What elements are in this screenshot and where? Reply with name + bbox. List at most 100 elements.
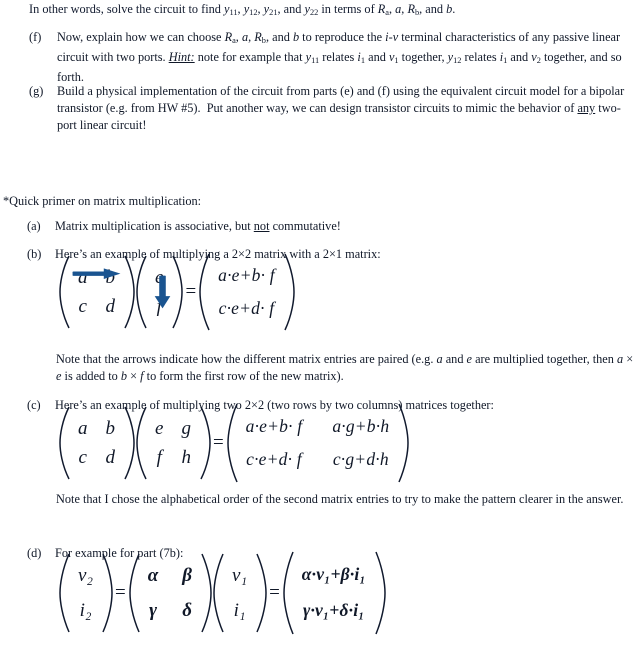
vector-d-left-grid: v₂ i₂ — [69, 564, 102, 622]
matrix-cell: a — [78, 418, 88, 439]
matrix-c-result-grid: a·e+b· f a·g+b·h c·e+d· f c·g+d·h — [237, 415, 399, 471]
matrix-cell: α — [147, 564, 159, 586]
matrix-cell: e — [155, 418, 164, 439]
paren-right-icon — [201, 552, 212, 634]
matrix-cell: c — [78, 447, 87, 468]
matrix-cell: a — [78, 267, 88, 288]
not-emphasis: not — [253, 219, 270, 233]
any-emphasis: any — [577, 101, 596, 116]
primer-item-c-body: Here’s an example of multiplying two 2×2… — [55, 398, 494, 412]
primer-item-a: (a) Matrix multiplication is associative… — [27, 218, 627, 235]
primer-marker-b: (b) — [27, 247, 42, 261]
equals-sign: = — [269, 581, 280, 603]
list-item-g: (g) Build a physical implementation of t… — [29, 83, 635, 135]
Rb-symbol: Rb — [407, 2, 420, 17]
matrix-b-right: e f — [135, 255, 184, 329]
conj-and-2: , and — [419, 2, 447, 16]
Ra-symbol: Ra — [377, 2, 389, 17]
y22-symbol: y22 — [304, 2, 319, 17]
equation-c: a b c d e g f h = a·e+b· f a·g+b·h c·e+d… — [58, 403, 410, 483]
primer-item-c: (c) Here’s an example of multiplying two… — [27, 397, 627, 414]
matrix-cell: v₂ — [78, 564, 94, 586]
paren-right-icon — [200, 405, 211, 481]
matrix-cell: a·e+b· f — [218, 265, 275, 285]
paren-left-icon — [135, 254, 147, 330]
matrix-d-coef: α β γ δ — [128, 553, 212, 632]
paren-left-icon — [198, 252, 210, 332]
paren-left-icon — [212, 552, 224, 634]
matrix-cell: γ — [149, 599, 157, 621]
matrix-b-left-grid: a b c d — [69, 266, 124, 318]
matrix-c-left: a b c d — [58, 406, 135, 480]
vector-d-left: v₂ i₂ — [58, 553, 113, 632]
paren-left-icon — [282, 550, 294, 636]
matrix-cell: β — [182, 564, 193, 586]
matrix-cell: c·e+d· f — [246, 449, 302, 469]
matrix-b-right-grid: e f — [146, 266, 172, 318]
vector-d-result-grid: α·v₁+β·i₁ γ·v₁+δ·i₁ — [293, 563, 375, 622]
matrix-cell: c — [78, 296, 87, 317]
vector-d-result: α·v₁+β·i₁ γ·v₁+δ·i₁ — [282, 551, 386, 634]
paren-left-icon — [58, 405, 70, 481]
matrix-c-right-grid: e g f h — [146, 417, 200, 469]
primer-marker-c: (c) — [27, 398, 41, 412]
matrix-cell: a·e+b· f — [245, 416, 303, 436]
y11-symbol: y11 — [224, 2, 238, 17]
period-1: . — [452, 2, 456, 16]
equation-b: a b c d e f = a·e+b· f c·e+d· f — [58, 253, 295, 331]
matrix-cell: i₂ — [79, 599, 92, 621]
paren-left-icon — [128, 552, 140, 634]
primer-item-d: (d) For example for part (7b): — [27, 545, 627, 562]
matrix-cell: v₁ — [232, 564, 248, 586]
primer-item-b: (b) Here’s an example of multiplying a 2… — [27, 246, 627, 263]
y21-symbol: y21 — [263, 2, 278, 17]
primer-heading: *Quick primer on matrix multiplication: — [3, 194, 202, 208]
paren-right-icon — [124, 405, 135, 481]
matrix-cell: h — [181, 447, 191, 468]
list-item-f: (f) Now, explain how we can choose Ra, a… — [29, 29, 635, 86]
matrix-cell: a·g+b·h — [332, 416, 390, 436]
lead-paragraph: In other words, solve the circuit to fin… — [29, 1, 634, 21]
list-item-f-body: Now, explain how we can choose Ra, a, Rb… — [57, 30, 622, 85]
paren-right-icon — [375, 550, 386, 636]
primer-item-a-body: Matrix multiplication is associative, bu… — [55, 219, 341, 233]
matrix-c-right: e g f h — [135, 406, 211, 480]
list-marker-g: (g) — [29, 84, 44, 98]
matrix-cell: α·v₁+β·i₁ — [301, 564, 366, 584]
matrix-d-coef-grid: α β γ δ — [139, 564, 201, 622]
paren-right-icon — [256, 552, 267, 634]
paren-left-icon — [58, 254, 70, 330]
list-marker-f: (f) — [29, 30, 42, 44]
paren-right-icon — [284, 252, 295, 332]
primer-marker-a: (a) — [27, 219, 41, 233]
paren-left-icon — [135, 405, 147, 481]
equals-sign: = — [115, 581, 126, 603]
matrix-c-left-grid: a b c d — [69, 417, 124, 469]
paren-left-icon — [226, 402, 238, 484]
vector-d-right: v₁ i₁ — [212, 553, 267, 632]
matrix-b-left: a b c d — [58, 255, 135, 329]
matrix-cell: i₁ — [233, 599, 246, 621]
equals-sign: = — [212, 432, 224, 453]
note-after-b: Note that the arrows indicate how the di… — [56, 352, 634, 384]
y12-symbol: y12 — [243, 2, 258, 17]
primer-item-d-body: For example for part (7b): — [55, 546, 184, 560]
primer-item-b-body: Here’s an example of multiplying a 2×2 m… — [55, 247, 381, 261]
paren-right-icon — [124, 254, 135, 330]
matrix-b-result-grid: a·e+b· f c·e+d· f — [209, 264, 284, 320]
matrix-cell: b — [105, 267, 116, 288]
primer-marker-d: (d) — [27, 546, 42, 560]
lead-text-tail: in terms of — [318, 2, 378, 16]
vector-d-right-grid: v₁ i₁ — [223, 564, 256, 622]
list-item-g-body: Build a physical implementation of the c… — [57, 84, 625, 133]
conj-and-1: , and — [277, 2, 305, 16]
matrix-cell: b — [105, 418, 116, 439]
equals-sign: = — [185, 281, 197, 302]
equation-d: v₂ i₂ = α β γ δ v₁ i₁ = α·v₁+β·i₁ γ·v₁+δ… — [58, 551, 386, 634]
lead-text-a: In other words, solve the circuit to fin… — [29, 2, 224, 16]
matrix-cell: f — [156, 447, 162, 468]
paren-right-icon — [172, 254, 184, 330]
matrix-cell: c·e+d· f — [218, 298, 275, 318]
matrix-cell: d — [105, 296, 116, 317]
matrix-cell: c·g+d·h — [332, 449, 389, 469]
